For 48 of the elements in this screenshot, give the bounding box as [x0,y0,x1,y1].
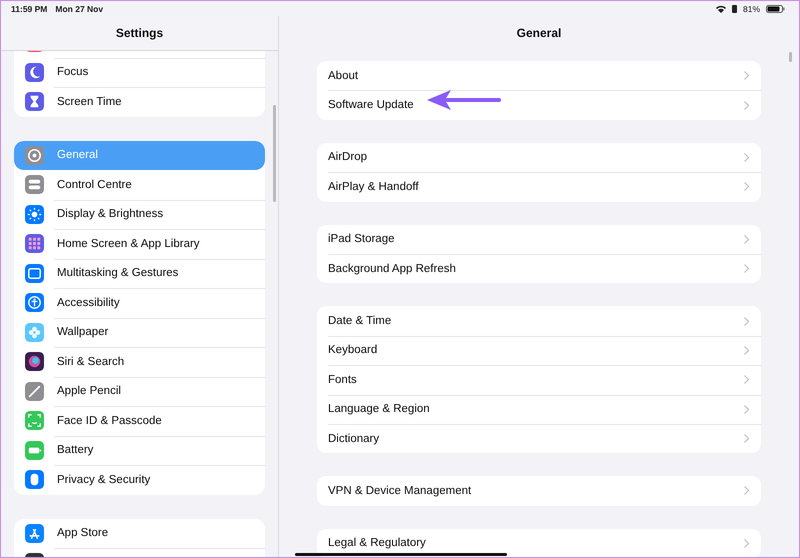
chevron-icon [744,100,749,110]
status-time: 11:59 PM [11,4,48,14]
sidebar-item[interactable]: Accessibility [14,288,265,318]
device-icon [732,4,737,12]
settings-row[interactable]: About [317,61,761,90]
detail-title: General [516,26,562,40]
sidebar-title: Settings [116,26,164,40]
sidebar-item[interactable]: Wallpaper [14,318,265,347]
settings-row[interactable]: Keyboard [317,336,761,366]
sidebar-item[interactable]: Screen Time [14,87,265,116]
sidebar-item[interactable]: Battery [14,436,265,465]
chevron-icon [744,486,749,496]
chevron-icon [744,404,749,414]
chevron-icon [744,182,749,192]
settings-row[interactable]: iPad Storage [317,224,761,254]
settings-row[interactable]: Legal & Regulatory [317,528,761,557]
chevron-icon [744,234,749,244]
sidebar-item[interactable]: Siri & Search [14,347,265,376]
settings-row[interactable]: Date & Time [317,306,761,336]
chevron-icon [744,264,749,274]
sidebar-item[interactable]: Privacy & Security [14,465,265,494]
settings-row[interactable]: Fonts [317,365,761,395]
settings-row[interactable]: Language & Region [317,394,761,424]
battery-percentage: 81% [742,4,760,14]
sidebar-item[interactable]: Multitasking & Gestures [14,258,265,288]
chevron-icon [744,152,749,162]
chevron-icon [744,316,749,326]
battery-icon [766,4,785,12]
wifi-icon [716,4,726,12]
settings-row[interactable]: AirDrop [317,142,761,172]
sidebar-item[interactable]: Focus [14,58,265,87]
chevron-icon [744,538,749,548]
chevron-icon [744,434,749,444]
chevron-icon [744,375,749,384]
chevron-icon [744,346,749,355]
settings-row[interactable]: VPN & Device Management [317,476,761,506]
sidebar-item[interactable]: Face ID & Passcode [14,406,265,436]
settings-row[interactable]: Background App Refresh [317,254,761,284]
status-date: Mon 27 Nov [55,4,104,14]
chevron-icon [744,71,749,80]
sidebar-item[interactable]: Control Centre [14,170,265,200]
sidebar-item[interactable]: Home Screen & App Library [14,229,265,258]
sidebar-item[interactable]: Display & Brightness [14,200,265,229]
sidebar-item[interactable]: Apple Pencil [14,376,265,406]
scrollbar [789,52,792,62]
settings-row[interactable]: AirPlay & Handoff [317,172,761,202]
settings-row[interactable]: Software Update [317,90,761,120]
settings-row[interactable]: Dictionary [317,424,761,454]
